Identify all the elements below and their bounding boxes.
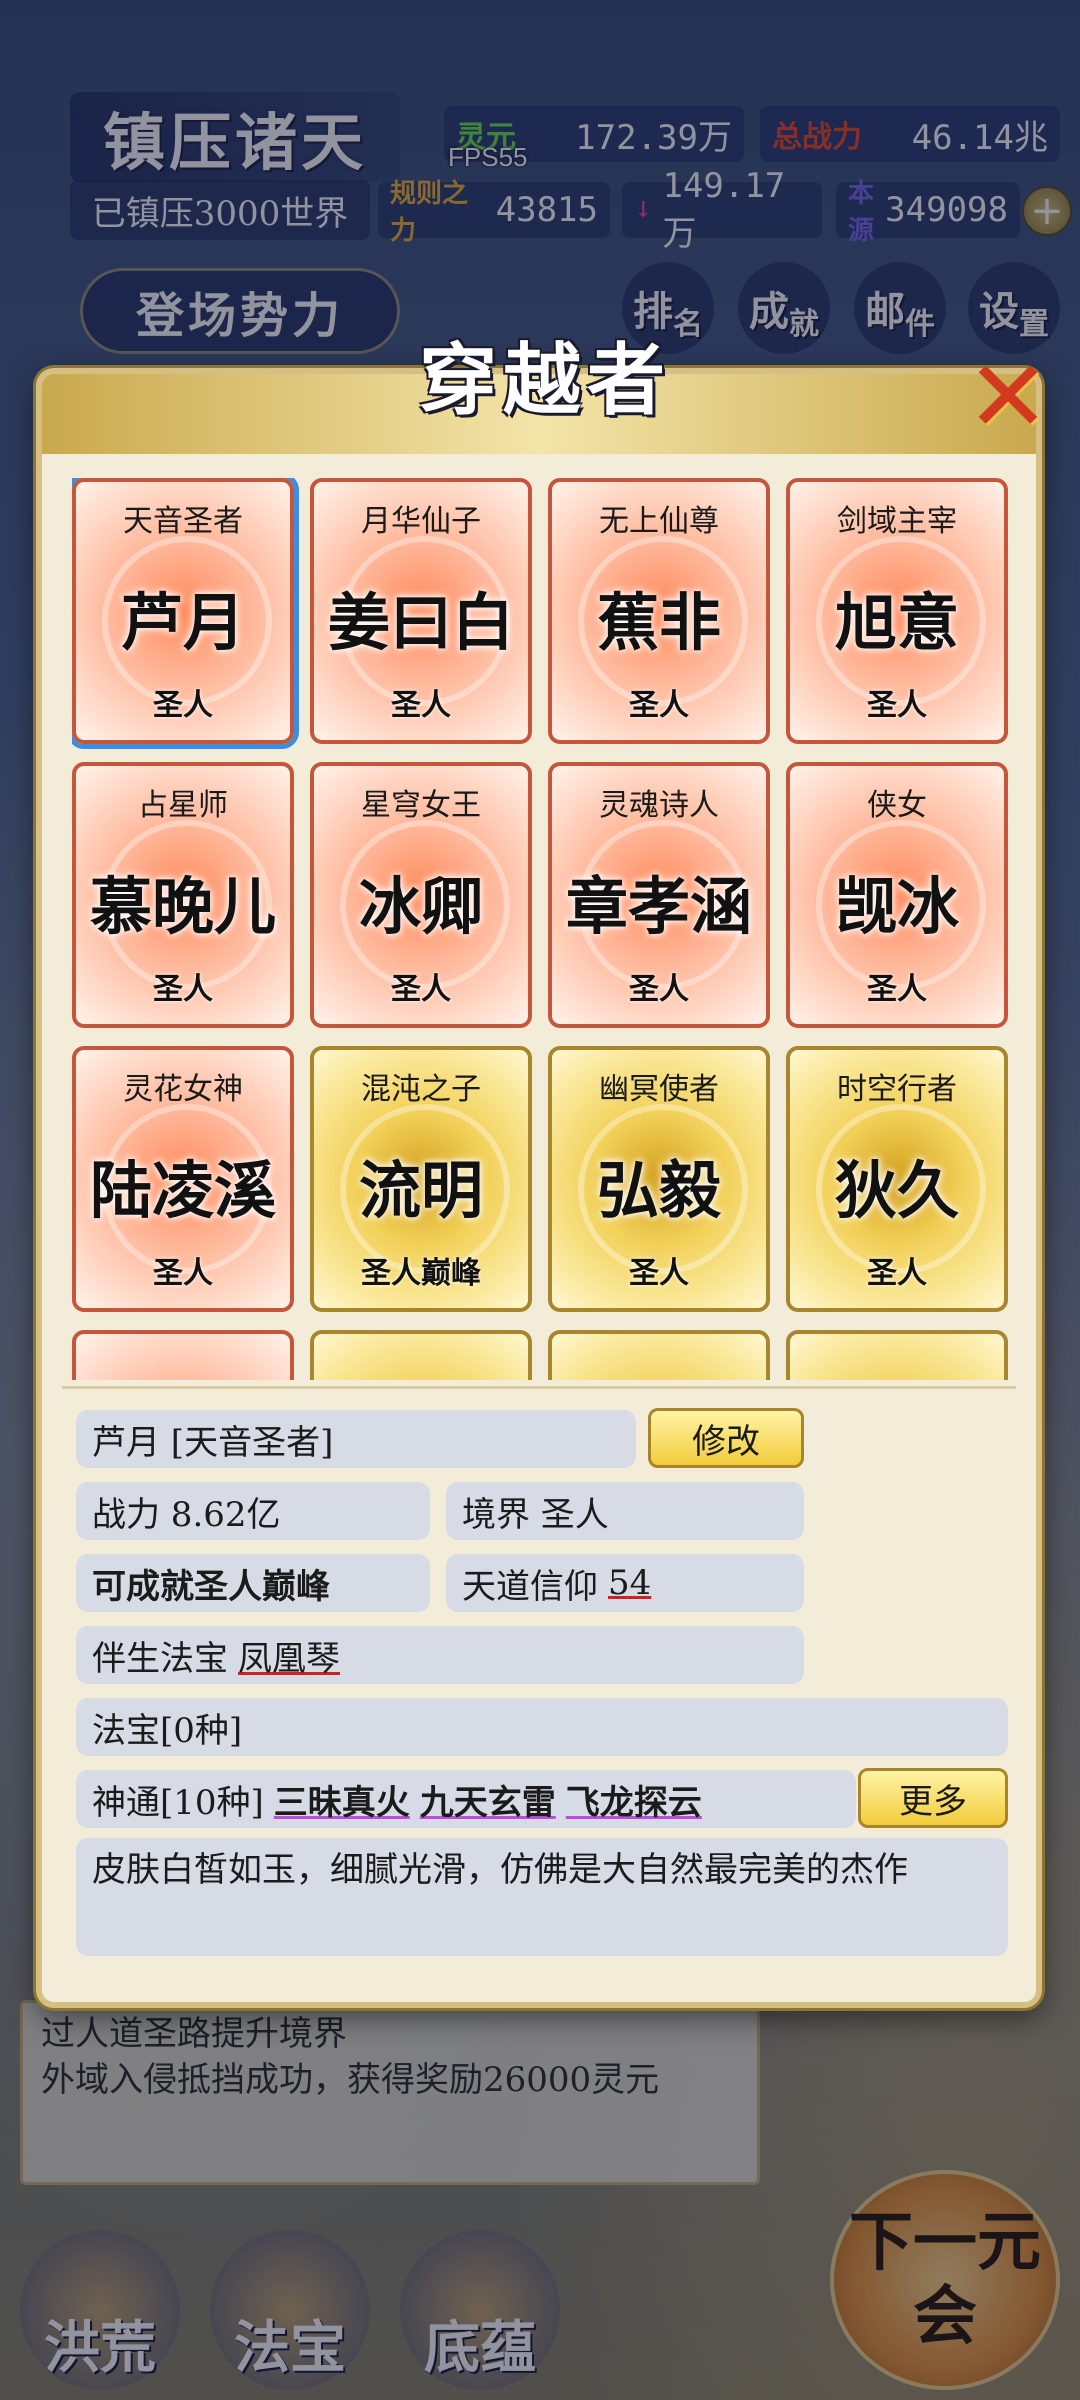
card-name: 蕉非	[596, 586, 721, 659]
edit-button[interactable]: 修改	[648, 1408, 804, 1468]
character-card[interactable]: 月华仙子 姜曰白 圣人	[310, 478, 532, 744]
character-card[interactable]: 星穹女王 冰卿 圣人	[310, 762, 532, 1028]
character-card[interactable]: 无上仙尊 蕉非 圣人	[548, 478, 770, 744]
card-rank: 圣人	[153, 1256, 213, 1291]
realm-info: 境界 圣人	[446, 1482, 804, 1540]
card-rank: 圣人	[153, 688, 213, 723]
card-rank: 圣人	[629, 1256, 689, 1291]
card-name: 觊冰	[834, 870, 959, 943]
potential-info: 可成就圣人巅峰	[76, 1554, 430, 1612]
more-abilities-button[interactable]: 更多	[858, 1768, 1008, 1828]
card-title: 星穹女王	[361, 788, 481, 823]
card-title: 无上仙尊	[599, 504, 719, 539]
faith-value[interactable]: 54	[608, 1563, 651, 1603]
character-card[interactable]: 灵魂诗人 章孝涵 圣人	[548, 762, 770, 1028]
card-name: 章孝涵	[565, 870, 752, 943]
card-name: 芦月	[120, 586, 245, 659]
card-name: 姜曰白	[327, 586, 514, 659]
card-rank: 圣人	[867, 1256, 927, 1291]
card-title: 幽冥使者	[599, 1072, 719, 1107]
card-title: 混沌之子	[361, 1072, 481, 1107]
transmigrator-modal: 天音圣者 芦月 圣人 月华仙子 姜曰白 圣人 无上仙尊 蕉非 圣人 剑域主宰 旭意 圣人 占星师 慕晚儿圣…	[36, 368, 1042, 2008]
character-card[interactable]: 天音圣者 芦月 圣人	[72, 478, 294, 744]
character-card-partial[interactable]	[548, 1330, 770, 1380]
card-title: 剑域主宰	[837, 504, 957, 539]
card-title: 月华仙子	[361, 504, 481, 539]
card-rank: 圣人	[867, 972, 927, 1007]
ability-item[interactable]: 三昧真火	[274, 1775, 410, 1824]
card-title: 灵花女神	[123, 1072, 243, 1107]
card-rank: 圣人巅峰	[361, 1256, 481, 1291]
character-card[interactable]: 占星师 慕晚儿 圣人	[72, 762, 294, 1028]
card-title: 占星师	[138, 788, 228, 823]
card-name: 狄久	[834, 1154, 959, 1227]
abilities-info: 神通[10种] 三昧真火 九天玄雷 飞龙探云	[76, 1770, 856, 1828]
character-card-partial[interactable]	[72, 1330, 294, 1380]
character-card[interactable]: 剑域主宰 旭意 圣人	[786, 478, 1008, 744]
potential-text: 可成就圣人巅峰	[92, 1566, 330, 1607]
card-name: 冰卿	[358, 870, 483, 943]
card-title: 时空行者	[837, 1072, 957, 1107]
card-name: 慕晚儿	[89, 870, 276, 943]
ability-item[interactable]: 飞龙探云	[566, 1775, 702, 1824]
character-card[interactable]: 时空行者 狄久 圣人	[786, 1046, 1008, 1312]
faith-label: 天道信仰	[462, 1566, 598, 1607]
card-title: 灵魂诗人	[599, 788, 719, 823]
faith-info: 天道信仰 54	[446, 1554, 804, 1612]
ability-item[interactable]: 九天玄雷	[420, 1775, 556, 1824]
character-name-line: 芦月 [天音圣者]	[76, 1410, 636, 1468]
card-name: 弘毅	[596, 1154, 721, 1227]
character-card[interactable]: 灵花女神 陆凌溪 圣人	[72, 1046, 294, 1312]
artifacts-info: 法宝[0种]	[76, 1698, 1008, 1756]
companion-treasure-info: 伴生法宝 凤凰琴	[76, 1626, 804, 1684]
card-rank: 圣人	[629, 688, 689, 723]
close-icon[interactable]: ✕	[962, 338, 1054, 455]
card-rank: 圣人	[391, 688, 451, 723]
character-description: 皮肤白皙如玉，细腻光滑，仿佛是大自然最完美的杰作	[76, 1838, 1008, 1956]
card-rank: 圣人	[867, 688, 927, 723]
card-rank: 圣人	[629, 972, 689, 1007]
treasure-label: 伴生法宝	[92, 1638, 228, 1679]
character-card-partial[interactable]	[786, 1330, 1008, 1380]
card-title: 天音圣者	[123, 504, 243, 539]
modal-title: 穿越者	[418, 335, 671, 426]
card-title: 侠女	[867, 788, 927, 823]
card-rank: 圣人	[153, 972, 213, 1007]
treasure-value[interactable]: 凤凰琴	[238, 1631, 340, 1680]
abilities-label: 神通[10种]	[92, 1782, 264, 1823]
character-card[interactable]: 幽冥使者 弘毅 圣人	[548, 1046, 770, 1312]
character-grid: 天音圣者 芦月 圣人 月华仙子 姜曰白 圣人 无上仙尊 蕉非 圣人 剑域主宰 旭意 圣人 占星师 慕晚儿圣…	[72, 478, 1012, 1380]
card-name: 旭意	[834, 586, 959, 659]
character-card-partial[interactable]	[310, 1330, 532, 1380]
power-info: 战力 8.62亿	[76, 1482, 430, 1540]
character-card[interactable]: 侠女 觊冰 圣人	[786, 762, 1008, 1028]
divider	[62, 1386, 1016, 1389]
card-rank: 圣人	[391, 972, 451, 1007]
card-name: 陆凌溪	[89, 1154, 276, 1227]
card-name: 流明	[358, 1154, 483, 1227]
character-card[interactable]: 混沌之子流明圣人巅峰	[310, 1046, 532, 1312]
